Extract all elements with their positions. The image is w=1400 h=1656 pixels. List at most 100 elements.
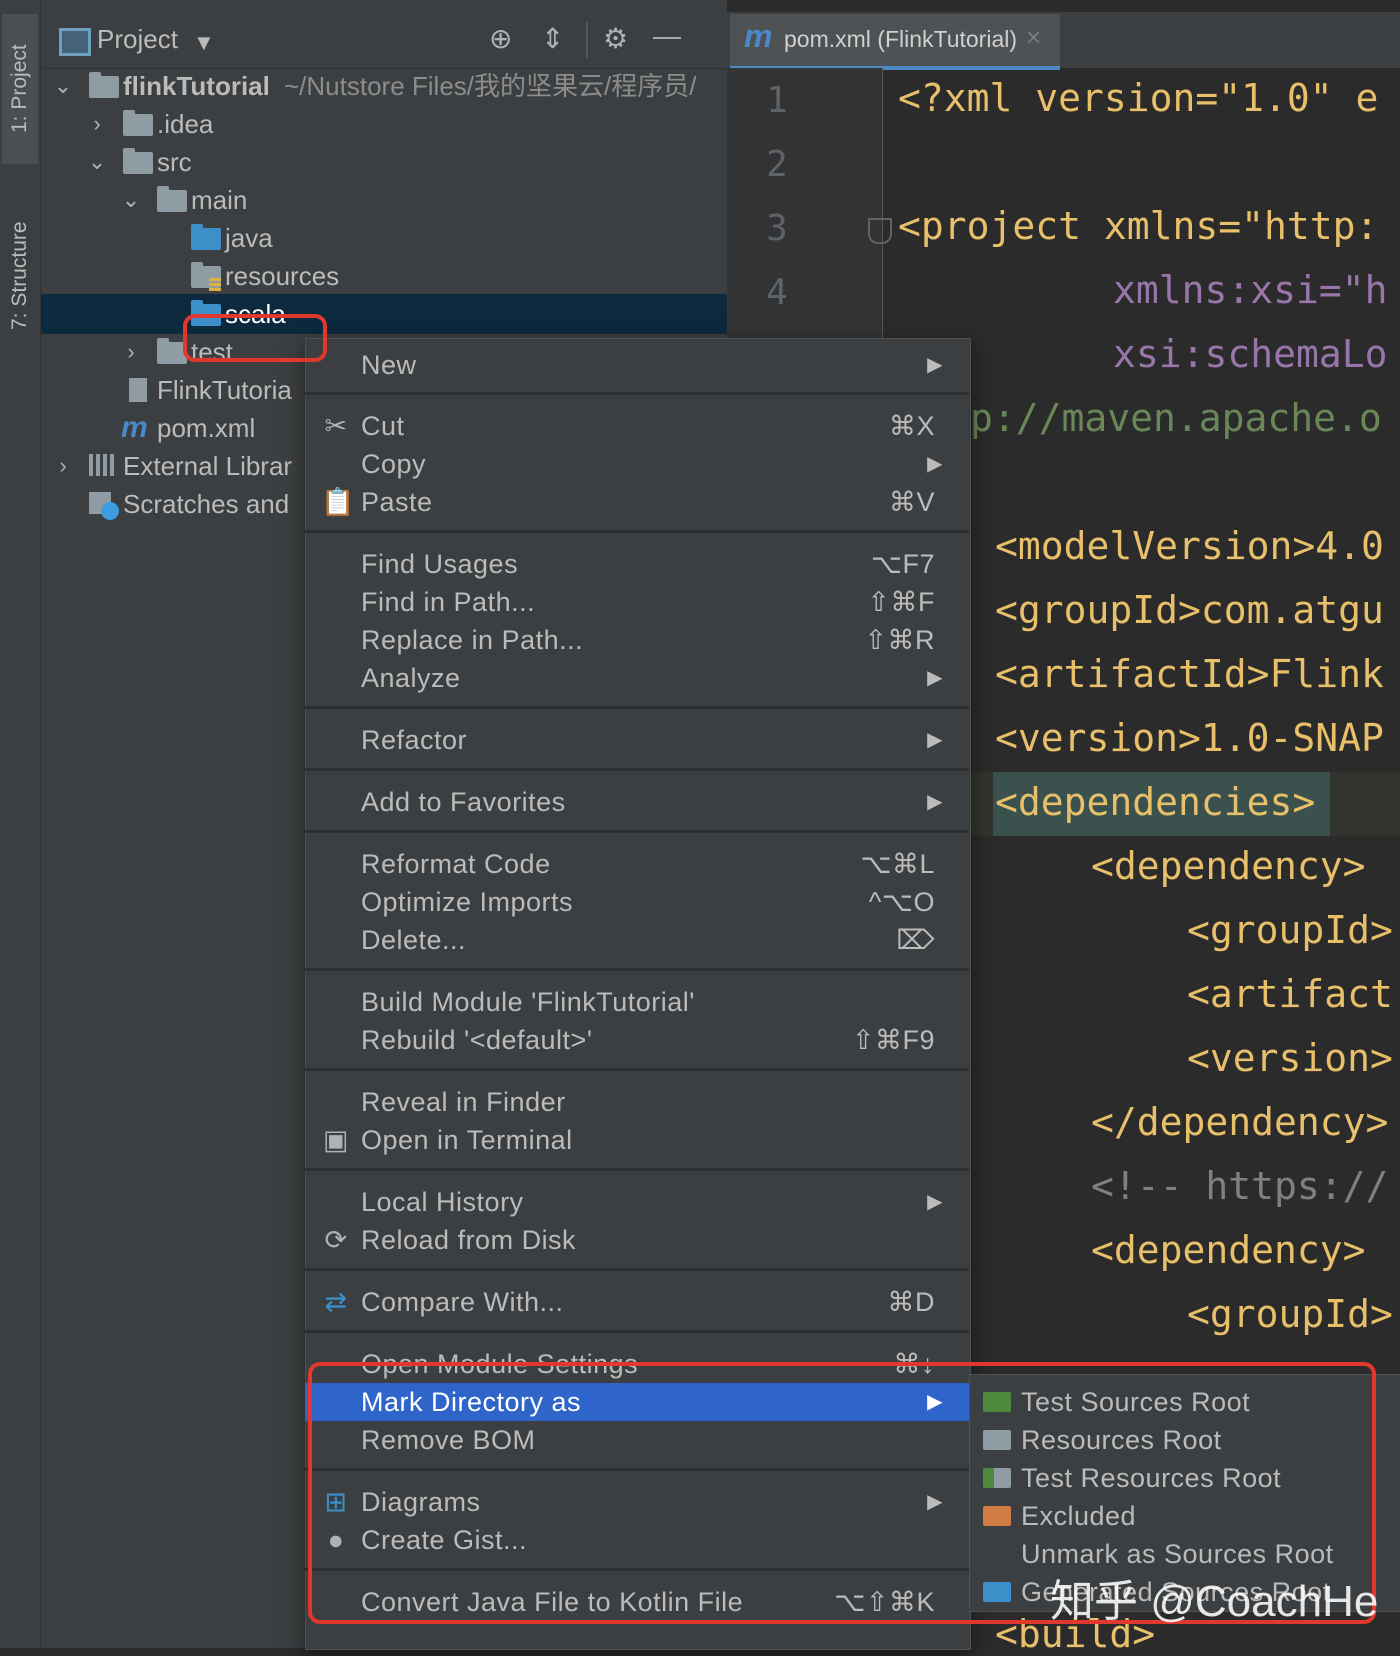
menu-item-label: Analyze [361, 663, 461, 693]
menu-item-delete[interactable]: Delete... ⌦ [305, 921, 969, 959]
tree-item-label: FlinkTutoria [157, 375, 292, 405]
chevron-right-icon[interactable]: › [53, 446, 73, 486]
project-panel-header: Project ▼ ⊕ ⇕ ⚙ — [41, 12, 727, 69]
project-view-selector[interactable]: Project [97, 24, 178, 55]
code-line[interactable]: xsi:schemaLo [1113, 332, 1388, 376]
shortcut: ⇧⌘R [864, 625, 935, 655]
code-line[interactable]: <groupId> [1187, 908, 1393, 952]
submenu-arrow-icon: ▶ [927, 667, 943, 689]
tool-window-strip: 1: Project 7: Structure [0, 0, 41, 1648]
watermark: 知乎 @CoachHe [1050, 1577, 1379, 1626]
chevron-down-icon[interactable]: ⌄ [87, 142, 107, 182]
project-path: ~/Nutstore Files/我的坚果云/程序员/ [284, 71, 697, 101]
chevron-down-icon[interactable]: ⌄ [53, 66, 73, 106]
code-line[interactable]: <artifact [1187, 972, 1393, 1016]
code-line[interactable]: xmlns:xsi="h [1113, 268, 1388, 312]
shortcut: ⌦ [896, 925, 935, 955]
code-line[interactable]: </dependency> [1091, 1100, 1388, 1144]
chevron-down-icon[interactable]: ⌄ [121, 180, 141, 220]
menu-item-analyze[interactable]: Analyze ▶ [305, 659, 969, 697]
close-icon[interactable]: × [1026, 22, 1041, 53]
menu-item-paste[interactable]: 📋 Paste ⌘V [305, 483, 969, 521]
menu-item-local-history[interactable]: Local History ▶ [305, 1183, 969, 1221]
code-line[interactable]: <project xmlns="http: [898, 204, 1378, 248]
menu-item-reload-from-disk[interactable]: ⟳ Reload from Disk [305, 1221, 969, 1259]
menu-item-label: Reload from Disk [361, 1225, 577, 1255]
tree-item-label: flinkTutorial [123, 71, 270, 101]
compare-icon: ⇄ [324, 1287, 348, 1317]
menu-item-optimize-imports[interactable]: Optimize Imports ^⌥O [305, 883, 969, 921]
tree-item-resources[interactable]: resources [41, 256, 727, 296]
tree-item-main[interactable]: ⌄ main [41, 180, 727, 220]
menu-item-label: Optimize Imports [361, 887, 574, 917]
menu-separator [305, 706, 969, 709]
code-line[interactable]: <groupId> [1187, 1292, 1393, 1336]
code-line[interactable]: <modelVersion>4.0 [995, 524, 1384, 568]
menu-item-refactor[interactable]: Refactor ▶ [305, 721, 969, 759]
code-line[interactable]: <dependency> [1091, 844, 1366, 888]
code-line[interactable]: <!-- https:// [1091, 1164, 1388, 1208]
chevron-right-icon[interactable]: › [87, 104, 107, 144]
menu-item-label: Compare With... [361, 1287, 564, 1317]
menu-item-add-to-favorites[interactable]: Add to Favorites ▶ [305, 783, 969, 821]
chevron-right-icon[interactable]: › [121, 332, 141, 372]
code-line[interactable]: p://maven.apache.o [970, 396, 1382, 440]
tree-item-flinktutorial[interactable]: ⌄ flinkTutorial ~/Nutstore Files/我的坚果云/程… [41, 66, 727, 106]
tree-item-label: resources [225, 261, 340, 291]
menu-item-label: Replace in Path... [361, 625, 584, 655]
submenu-arrow-icon: ▶ [927, 1191, 943, 1213]
structure-tool-tab[interactable]: 7: Structure [2, 196, 38, 356]
menu-item-reveal-in-finder[interactable]: Reveal in Finder [305, 1083, 969, 1121]
source-folder-icon [191, 224, 221, 250]
menu-item-reformat-code[interactable]: Reformat Code ⌥⌘L [305, 845, 969, 883]
shortcut: ⌘V [888, 487, 935, 517]
highlight-box-scala [183, 314, 327, 362]
tree-item-label: src [157, 147, 192, 177]
menu-item-find-in-path[interactable]: Find in Path... ⇧⌘F [305, 583, 969, 621]
menu-item-label: Reveal in Finder [361, 1087, 566, 1117]
editor-tab-pom[interactable]: m pom.xml (FlinkTutorial) × [730, 14, 1060, 70]
tree-item-scala[interactable]: scala [41, 294, 727, 334]
toolbar-divider [586, 22, 588, 58]
code-line[interactable]: <artifactId>Flink [995, 652, 1384, 696]
fold-icon[interactable] [868, 218, 892, 244]
menu-item-compare-with[interactable]: ⇄ Compare With... ⌘D [305, 1283, 969, 1321]
locate-icon[interactable]: ⊕ [489, 22, 512, 55]
menu-item-open-in-terminal[interactable]: ▣ Open in Terminal [305, 1121, 969, 1159]
terminal-icon: ▣ [322, 1125, 349, 1155]
project-tool-tab[interactable]: 1: Project [2, 14, 38, 164]
menu-item-replace-in-path[interactable]: Replace in Path... ⇧⌘R [305, 621, 969, 659]
clock-icon [101, 502, 119, 520]
tree-item-src[interactable]: ⌄ src [41, 142, 727, 182]
minimize-icon[interactable]: — [653, 20, 681, 52]
menu-item-build-module[interactable]: Build Module 'FlinkTutorial' [305, 983, 969, 1021]
menu-separator [305, 1068, 969, 1071]
code-line[interactable]: <version> [1187, 1036, 1393, 1080]
menu-item-new[interactable]: New ▶ [305, 346, 969, 384]
menu-item-rebuild[interactable]: Rebuild '<default>' ⇧⌘F9 [305, 1021, 969, 1059]
shortcut: ⌥F7 [870, 549, 935, 579]
tree-item-label: .idea [157, 109, 214, 139]
code-line[interactable]: <dependency> [1091, 1228, 1366, 1272]
menu-item-find-usages[interactable]: Find Usages ⌥F7 [305, 545, 969, 583]
tree-item-label: main [191, 185, 248, 215]
code-line[interactable]: <version>1.0-SNAP [995, 716, 1384, 760]
menu-separator [305, 1330, 969, 1333]
code-line[interactable]: <?xml version="1.0" e [898, 76, 1378, 120]
menu-separator [305, 1268, 969, 1271]
gear-icon[interactable]: ⚙ [603, 22, 628, 55]
menu-item-label: Rebuild '<default>' [361, 1025, 593, 1055]
submenu-arrow-icon: ▶ [927, 729, 943, 751]
code-line[interactable]: <groupId>com.atgu [995, 588, 1384, 632]
menu-item-label: Reformat Code [361, 849, 551, 879]
code-line[interactable]: <dependencies> [995, 780, 1315, 824]
tree-item-idea[interactable]: › .idea [41, 104, 727, 144]
line-number: 2 [766, 144, 788, 185]
tree-item-java[interactable]: java [41, 218, 727, 258]
editor-tab-label: pom.xml (FlinkTutorial) [784, 26, 1018, 52]
menu-item-copy[interactable]: Copy ▶ [305, 445, 969, 483]
collapse-all-icon[interactable]: ⇕ [541, 22, 564, 55]
chevron-down-icon[interactable]: ▼ [193, 30, 215, 56]
menu-item-cut[interactable]: ✂ Cut ⌘X [305, 407, 969, 445]
clipboard-icon: 📋 [321, 487, 356, 517]
